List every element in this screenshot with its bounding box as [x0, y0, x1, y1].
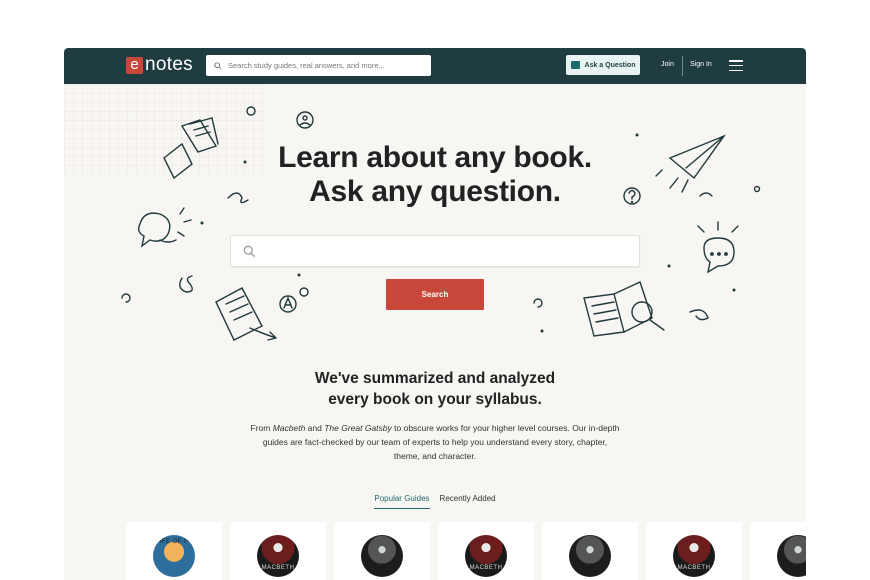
open-ring-doodle-icon — [121, 293, 131, 303]
book-cover-image: IFE OF P — [153, 535, 195, 577]
tab-popular-guides[interactable]: Popular Guides — [374, 494, 430, 509]
tab-recently-added[interactable]: Recently Added — [440, 494, 496, 509]
book-cover-image: MACBETH — [257, 535, 299, 577]
guide-card[interactable] — [542, 522, 638, 580]
browser-frame: e notes Ask a Question Join Sign In — [64, 48, 806, 580]
smiley-doodle-icon — [296, 111, 314, 129]
guide-card[interactable] — [750, 522, 806, 580]
circle-doodle-icon — [246, 106, 256, 116]
hero-headline-line1: Learn about any book. — [64, 141, 806, 175]
guide-cards: IFE OF P MACBETH MACBETH MACBETH — [126, 522, 806, 580]
hero-line2-highlight: any — [371, 175, 423, 208]
desc-part: From — [250, 423, 273, 433]
open-book-magnifier-doodle-icon — [583, 281, 665, 337]
cover-text: MACBETH — [261, 565, 295, 571]
guide-tabs: Popular Guides Recently Added — [64, 494, 806, 509]
section-description: From Macbeth and The Great Gatsby to obs… — [250, 421, 620, 463]
book-cover-image — [569, 535, 611, 577]
guide-card[interactable]: MACBETH — [646, 522, 742, 580]
desc-book-title: Macbeth — [272, 423, 306, 433]
hero-search-input[interactable] — [264, 245, 634, 257]
speech-bubbles-doodle-icon — [137, 207, 192, 248]
letter-a-doodle-icon — [279, 295, 297, 313]
hero-line2-text: Ask — [309, 175, 372, 208]
section-title-line2: every book on your syllabus. — [328, 391, 542, 408]
guide-card[interactable]: MACBETH — [438, 522, 534, 580]
cover-text: IFE OF P — [159, 539, 189, 545]
cover-text: MACBETH — [469, 565, 503, 571]
guide-card[interactable]: MACBETH — [230, 522, 326, 580]
hero-headline-line2: Ask any question. — [64, 175, 806, 209]
section-title-line1: We've summarized and analyzed — [314, 370, 556, 387]
desc-part: and — [305, 423, 325, 433]
desc-book-title: The Great Gatsby — [324, 423, 392, 433]
hero-line1-end: book. — [505, 141, 592, 174]
guide-card[interactable] — [334, 522, 430, 580]
book-cover-image: MACBETH — [673, 535, 715, 577]
hero-line1-text: Learn about — [278, 141, 455, 174]
chat-dots-doodle-icon — [697, 221, 739, 274]
worksheet-doodle-icon — [215, 287, 277, 341]
search-icon — [243, 245, 256, 257]
swirl-doodle-icon — [179, 275, 193, 293]
cover-text: MACBETH — [677, 565, 711, 571]
guide-card[interactable]: IFE OF P — [126, 522, 222, 580]
hero-line2-end: question. — [422, 175, 561, 208]
book-cover-image — [361, 535, 403, 577]
book-cover-image — [777, 535, 806, 577]
book-cover-image: MACBETH — [465, 535, 507, 577]
section-title: We've summarized and analyzed every book… — [64, 368, 806, 410]
search-button[interactable]: Search — [386, 279, 484, 310]
hero-line1-highlight: any — [454, 141, 506, 174]
hero-search-box[interactable] — [230, 235, 640, 267]
